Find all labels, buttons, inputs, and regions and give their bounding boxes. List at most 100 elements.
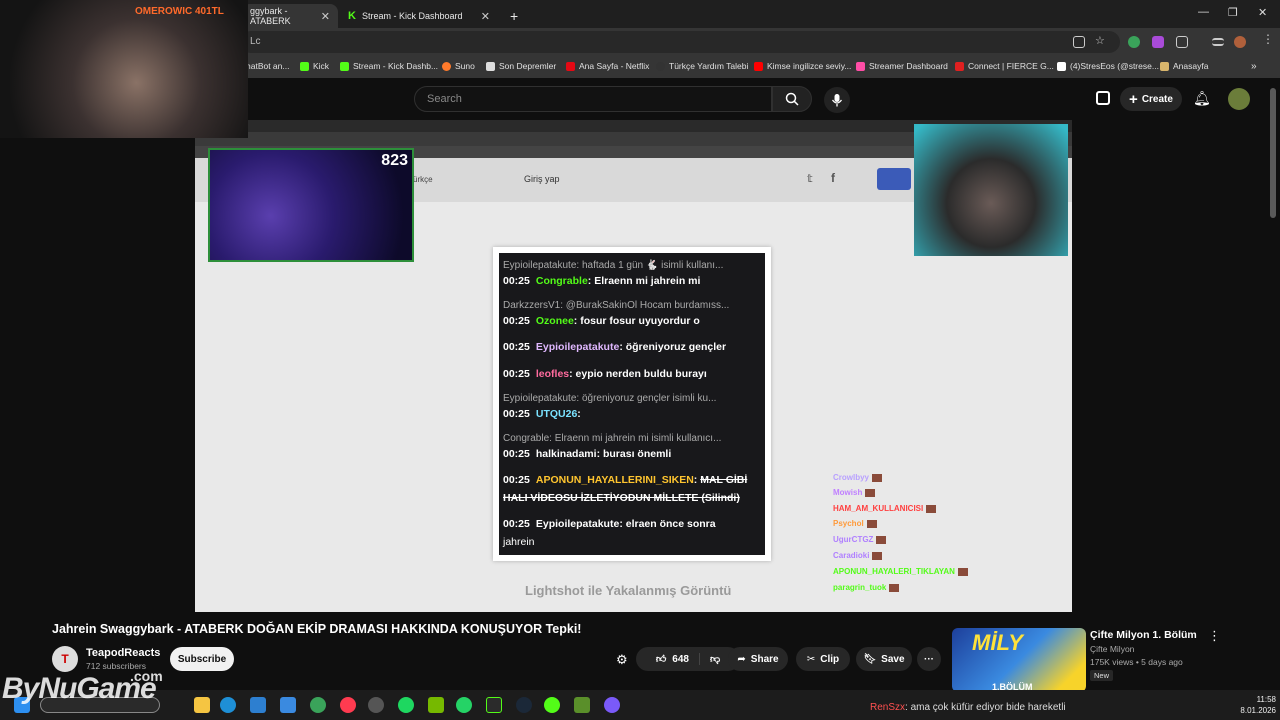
create-label: Create xyxy=(1141,93,1173,105)
thumbs-up-icon: 👍︎ xyxy=(655,654,667,665)
channel-name[interactable]: TeapodReacts xyxy=(86,647,160,659)
webcam-jahrein: 823 xyxy=(208,148,414,262)
minimize-icon[interactable]: — xyxy=(1198,6,1209,18)
file-explorer-icon[interactable] xyxy=(194,697,210,713)
overlay-username: HAM_AM_KULLANICISI xyxy=(833,504,924,513)
extensions-puzzle-icon[interactable] xyxy=(1176,36,1188,48)
whatsapp-icon[interactable] xyxy=(456,697,472,713)
steam-icon[interactable] xyxy=(516,697,532,713)
overlay-username: UgurCTGZ xyxy=(833,535,874,544)
chat-line: 00:25 halkinadami: burası önemli xyxy=(503,448,672,460)
channel-avatar[interactable]: T xyxy=(52,646,78,672)
bookmark-item[interactable]: Streamer Dashboard xyxy=(856,61,948,71)
app-icon[interactable] xyxy=(604,697,620,713)
notifications-bell-icon[interactable]: 🔔︎ xyxy=(1193,90,1211,107)
edge-icon[interactable] xyxy=(220,697,236,713)
recommendation-thumbnail[interactable]: MİLY 1.BÖLÜM xyxy=(952,628,1086,692)
bookmark-item[interactable]: (4)StresEos (@strese... xyxy=(1057,61,1159,71)
tab-label: ggybark - ATABERK xyxy=(250,6,291,26)
scissors-icon: ✂ xyxy=(806,653,816,665)
bookmark-item[interactable]: hatBot an... xyxy=(246,61,289,71)
bookmark-item[interactable]: Kimse ingilizce seviy... xyxy=(754,61,851,71)
recommendation-channel[interactable]: Çifte Milyon xyxy=(1090,644,1134,654)
clip-button[interactable]: ✂ Clip xyxy=(796,647,850,671)
chat-line: Congrable: Elraenn mi jahrein mi isimli … xyxy=(503,432,721,444)
tab-close-icon[interactable]: ✕ xyxy=(481,10,490,23)
chat-line: 00:25 leofles: eypio nerden buldu burayı xyxy=(503,368,707,380)
mail-icon[interactable] xyxy=(280,697,296,713)
chat-message: burası önemli xyxy=(602,448,672,460)
page-scrollbar[interactable] xyxy=(1270,88,1276,218)
account-avatar[interactable] xyxy=(1228,88,1250,110)
bookmark-item[interactable]: Anasayfa xyxy=(1160,61,1208,71)
share-icon: ➦ xyxy=(737,653,746,665)
extension-icon[interactable] xyxy=(1128,36,1140,48)
obs-icon[interactable] xyxy=(368,697,384,713)
menu-dots-icon[interactable]: ⋮ xyxy=(1262,32,1274,46)
bookmark-item[interactable]: Son Depremler xyxy=(486,61,556,71)
media-icon[interactable] xyxy=(1212,38,1224,46)
create-button[interactable]: + Create xyxy=(1120,87,1182,111)
viewer-count: 823 xyxy=(381,152,408,169)
chat-username: leofles xyxy=(535,368,570,380)
youtube-icon xyxy=(754,61,763,71)
save-button[interactable]: 🔖︎ Save xyxy=(856,647,912,671)
overlay-chat-line: Psychol xyxy=(833,519,877,528)
bookmark-item[interactable]: Connect | FIERCE G... xyxy=(955,61,1054,71)
kick-app-icon[interactable] xyxy=(544,697,560,713)
window-close-icon[interactable]: ✕ xyxy=(1258,6,1267,19)
voice-search-button[interactable] xyxy=(824,87,850,113)
minecraft-icon[interactable] xyxy=(574,697,590,713)
share-button[interactable]: ➦ Share xyxy=(728,647,788,671)
bookmark-item[interactable]: Kick xyxy=(300,61,329,71)
bookmark-item[interactable]: Suno xyxy=(442,61,475,71)
inner-login-link: Giriş yap xyxy=(524,174,560,184)
recommendation-title[interactable]: Çifte Milyon 1. Bölüm xyxy=(1090,629,1197,641)
new-tab-button[interactable]: + xyxy=(502,4,522,28)
chrome-icon[interactable] xyxy=(310,697,326,713)
chat-time: 00:25 xyxy=(503,448,530,460)
kick-settings-icon[interactable]: ⚙︎ xyxy=(616,652,628,668)
tab-kick-dashboard[interactable]: K Stream - Kick Dashboard ✕ xyxy=(340,4,498,28)
extension-icon[interactable] xyxy=(1152,36,1164,48)
chat-line: 00:25 Eypioilepatakute: elraen önce sonra xyxy=(503,518,716,530)
system-clock[interactable]: 11:58 8.01.2026 xyxy=(1236,694,1276,716)
chat-line: 00:25 Eypioilepatakute: öğreniyoruz gençl… xyxy=(503,341,727,353)
bookmark-item[interactable]: Ana Sayfa - Netflix xyxy=(566,61,649,71)
chat-time: 00:25 xyxy=(503,315,530,327)
maximize-icon[interactable]: ❐ xyxy=(1228,6,1238,19)
emote-icon xyxy=(957,567,968,576)
search-input[interactable]: Search xyxy=(414,86,772,112)
bookmark-item[interactable]: Stream - Kick Dashb... xyxy=(340,61,438,71)
spotify-icon[interactable] xyxy=(398,697,414,713)
app-icon[interactable] xyxy=(486,697,502,713)
bookmark-icon: 🔖︎ xyxy=(863,653,877,665)
search-button[interactable] xyxy=(772,86,812,112)
opera-icon[interactable] xyxy=(340,697,356,713)
chat-log: Eypioilepatakute: haftada 1 gün 🐇 isimli… xyxy=(499,253,765,555)
reply-text: Eypioilepatakute: haftada 1 gün 🐇 isimli… xyxy=(503,260,724,271)
more-bookmarks-icon[interactable]: » xyxy=(1251,61,1257,72)
address-bar[interactable]: Lc xyxy=(240,31,1120,53)
recommendation-menu-icon[interactable]: ⋮ xyxy=(1208,628,1221,644)
bookmark-star-icon[interactable]: ☆ xyxy=(1095,34,1107,47)
bookmark-item[interactable]: Türkçe Yardım Talebi xyxy=(656,61,748,71)
dislike-button[interactable]: 👎︎ xyxy=(700,653,720,665)
tab-active[interactable]: ggybark - ATABERK ✕ xyxy=(242,4,338,28)
tab-close-icon[interactable]: ✕ xyxy=(321,10,330,23)
subscribe-button[interactable]: Subscribe xyxy=(170,647,234,671)
more-actions-button[interactable]: ··· xyxy=(917,647,941,671)
chat-message: Elraenn mi jahrein mi xyxy=(594,275,701,287)
store-icon[interactable] xyxy=(250,697,266,713)
chat-time: 00:25 xyxy=(503,518,530,530)
overlay-username: Mowish xyxy=(833,488,863,497)
like-button[interactable]: 👍︎ 648 xyxy=(656,653,700,665)
install-icon[interactable] xyxy=(1073,36,1085,48)
chat-line: Eypioilepatakute: öğreniyoruz gençler is… xyxy=(503,392,716,404)
tiktok-icon xyxy=(1057,61,1066,71)
profile-avatar[interactable] xyxy=(1234,36,1246,48)
chat-message: HALI VİDEOSU İZLETİYODUN MİLLETE (Silind… xyxy=(503,492,740,504)
new-badge: New xyxy=(1090,670,1114,681)
kick-extension-icon[interactable] xyxy=(1096,91,1110,105)
nvidia-icon[interactable] xyxy=(428,697,444,713)
